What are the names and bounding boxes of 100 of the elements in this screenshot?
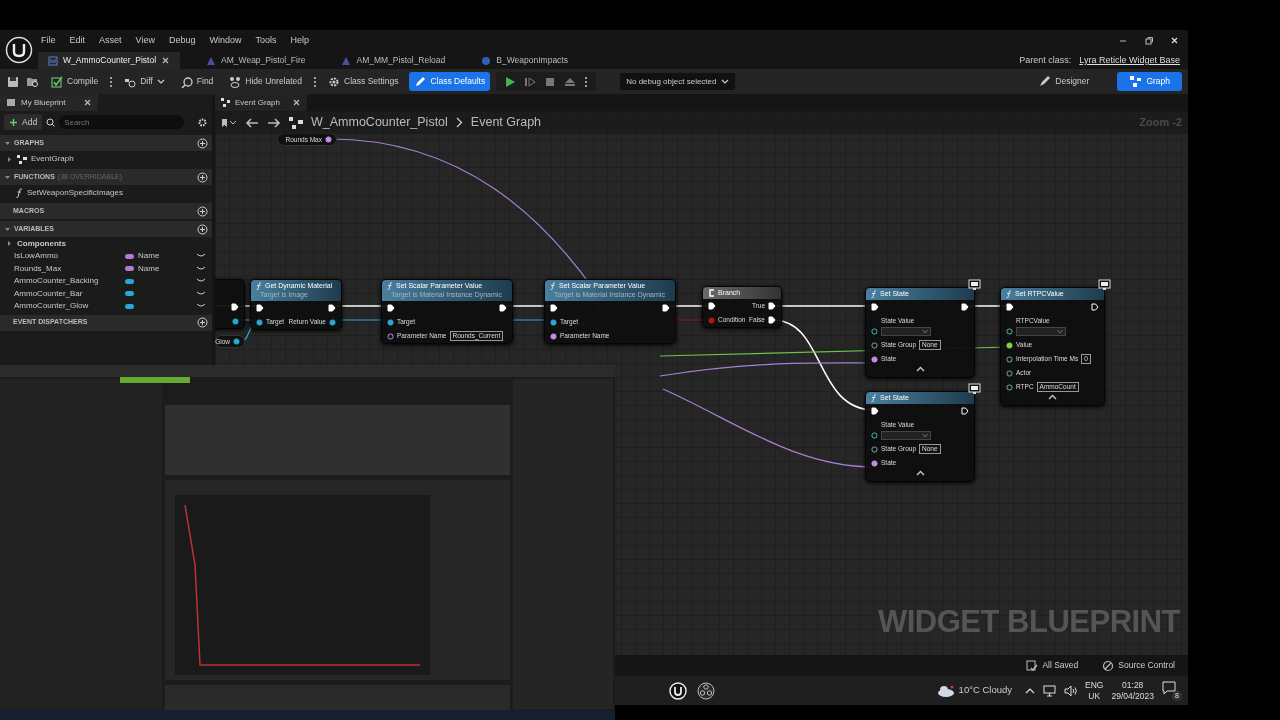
expand-arrow-icon[interactable] (6, 155, 13, 163)
data-pin[interactable] (1006, 355, 1013, 363)
notification-icon[interactable] (1162, 680, 1176, 695)
exec-pin[interactable] (662, 304, 670, 312)
data-pin[interactable] (1006, 327, 1013, 335)
exec-pin[interactable] (871, 407, 879, 415)
tree-item[interactable]: SetWeaponSpecificImages (0, 185, 212, 201)
status-button[interactable]: All Saved (1021, 656, 1084, 675)
close-icon[interactable] (161, 56, 171, 65)
document-tab[interactable]: W_AmmoCounter_Pistol (38, 52, 181, 69)
document-tab[interactable]: AM_Weap_Pistol_Fire (196, 52, 316, 69)
parent-class-link[interactable]: Lyra Reticle Widget Base (1079, 53, 1180, 68)
mode-tab[interactable]: Graph (1117, 72, 1182, 91)
menu-item[interactable]: Tools (255, 34, 277, 48)
add-icon[interactable] (197, 223, 208, 235)
data-pin[interactable] (1006, 369, 1013, 377)
data-pin[interactable] (329, 318, 336, 326)
collapse-arrow-icon[interactable] (4, 173, 11, 181)
data-pin[interactable] (387, 332, 394, 340)
clock-time[interactable]: 01:28 (1122, 679, 1144, 691)
tree-item[interactable]: Components (0, 237, 212, 250)
toolbar-button[interactable]: Class Settings (323, 72, 404, 91)
expand-arrow-icon[interactable] (6, 240, 13, 247)
toolbar-button[interactable]: Diff (119, 72, 170, 91)
data-pin[interactable] (1006, 341, 1013, 349)
chevron-icon[interactable] (1048, 394, 1057, 400)
menu-item[interactable]: Edit (69, 34, 86, 48)
exec-pin[interactable] (1091, 303, 1099, 311)
exec-pin[interactable] (1006, 303, 1014, 311)
variable-name[interactable]: AmmoCounter_Glow (14, 300, 89, 313)
network-icon[interactable] (1043, 684, 1057, 697)
step-icon[interactable] (524, 75, 537, 88)
variable-name[interactable]: AmmoCounter_Backing (14, 275, 99, 288)
collapse-arrow-icon[interactable] (4, 225, 11, 233)
menu-item[interactable]: File (41, 34, 56, 48)
add-icon[interactable] (197, 171, 208, 183)
variable-name[interactable]: AmmoCounter_Bar (14, 287, 83, 300)
search-field[interactable]: Search (59, 115, 185, 129)
toolbar-button[interactable]: Find (175, 72, 219, 91)
data-pin[interactable] (871, 327, 878, 335)
status-button[interactable]: Source Control (1097, 656, 1180, 675)
save-icon[interactable] (6, 74, 20, 89)
mode-tab[interactable]: Designer (1026, 72, 1102, 91)
toolbar-button[interactable]: Compile (46, 72, 104, 91)
data-pin[interactable] (256, 318, 263, 326)
data-pin[interactable] (871, 355, 878, 363)
more-icon[interactable] (313, 75, 318, 88)
exec-pin[interactable] (256, 304, 264, 312)
menu-item[interactable]: Help (290, 34, 309, 48)
exec-pin[interactable] (708, 302, 716, 310)
add-button[interactable]: Add (4, 114, 43, 130)
variable-name[interactable]: IsLowAmmo (14, 250, 58, 263)
eject-icon[interactable] (564, 75, 577, 88)
exec-pin[interactable] (328, 304, 336, 312)
data-pin[interactable] (871, 341, 878, 349)
add-icon[interactable] (197, 137, 208, 149)
exec-pin[interactable] (387, 304, 395, 312)
data-pin[interactable] (387, 318, 394, 326)
menu-item[interactable]: Debug (168, 34, 196, 48)
close-icon[interactable] (1170, 36, 1180, 46)
add-icon[interactable] (197, 205, 208, 217)
exec-pin[interactable] (499, 304, 507, 312)
graph-tab[interactable]: Event Graph (215, 94, 307, 111)
restore-icon[interactable] (1144, 36, 1154, 46)
chevron-icon[interactable] (915, 366, 925, 372)
volume-icon[interactable] (1064, 684, 1078, 697)
variable-name[interactable]: Rounds_Max (14, 262, 62, 275)
forward-icon[interactable] (267, 117, 281, 128)
app-icon[interactable] (696, 680, 716, 701)
data-pin[interactable] (1006, 383, 1013, 391)
document-tab[interactable]: AM_MM_Pistol_Reload (331, 52, 456, 69)
bookmark-icon[interactable] (221, 117, 237, 128)
more-icon[interactable] (584, 75, 589, 88)
toolbar-button[interactable]: Class Defaults (409, 72, 491, 91)
menu-item[interactable]: Asset (99, 34, 122, 48)
document-tab[interactable]: B_WeaponImpacts (471, 52, 578, 69)
menu-item[interactable]: Window (209, 34, 242, 48)
exec-pin[interactable] (871, 303, 879, 311)
stop-icon[interactable] (544, 75, 557, 88)
chevron-icon[interactable] (915, 470, 925, 476)
exec-pin[interactable] (961, 407, 969, 415)
play-icon[interactable] (504, 75, 517, 88)
toolbar-button[interactable]: Hide Unrelated (224, 72, 308, 91)
weather-button[interactable]: 10°C Cloudy (931, 681, 1018, 700)
close-icon[interactable] (292, 98, 301, 107)
data-pin[interactable] (871, 445, 878, 453)
language-code[interactable]: ENG (1085, 679, 1104, 691)
app-icon[interactable] (668, 680, 688, 701)
collapse-arrow-icon[interactable] (4, 139, 11, 147)
breadcrumb-link[interactable]: W_AmmoCounter_Pistol (311, 113, 448, 132)
region-code[interactable]: UK (1088, 690, 1101, 702)
data-pin[interactable] (871, 459, 878, 467)
panel-tab[interactable]: My Blueprint (0, 94, 98, 111)
data-pin[interactable] (232, 317, 239, 325)
exec-pin[interactable] (550, 304, 558, 312)
settings-icon[interactable] (197, 116, 208, 128)
more-icon[interactable] (109, 75, 114, 88)
exec-pin[interactable] (768, 302, 776, 310)
back-icon[interactable] (245, 117, 259, 128)
chevron-up-icon[interactable] (1025, 686, 1036, 695)
